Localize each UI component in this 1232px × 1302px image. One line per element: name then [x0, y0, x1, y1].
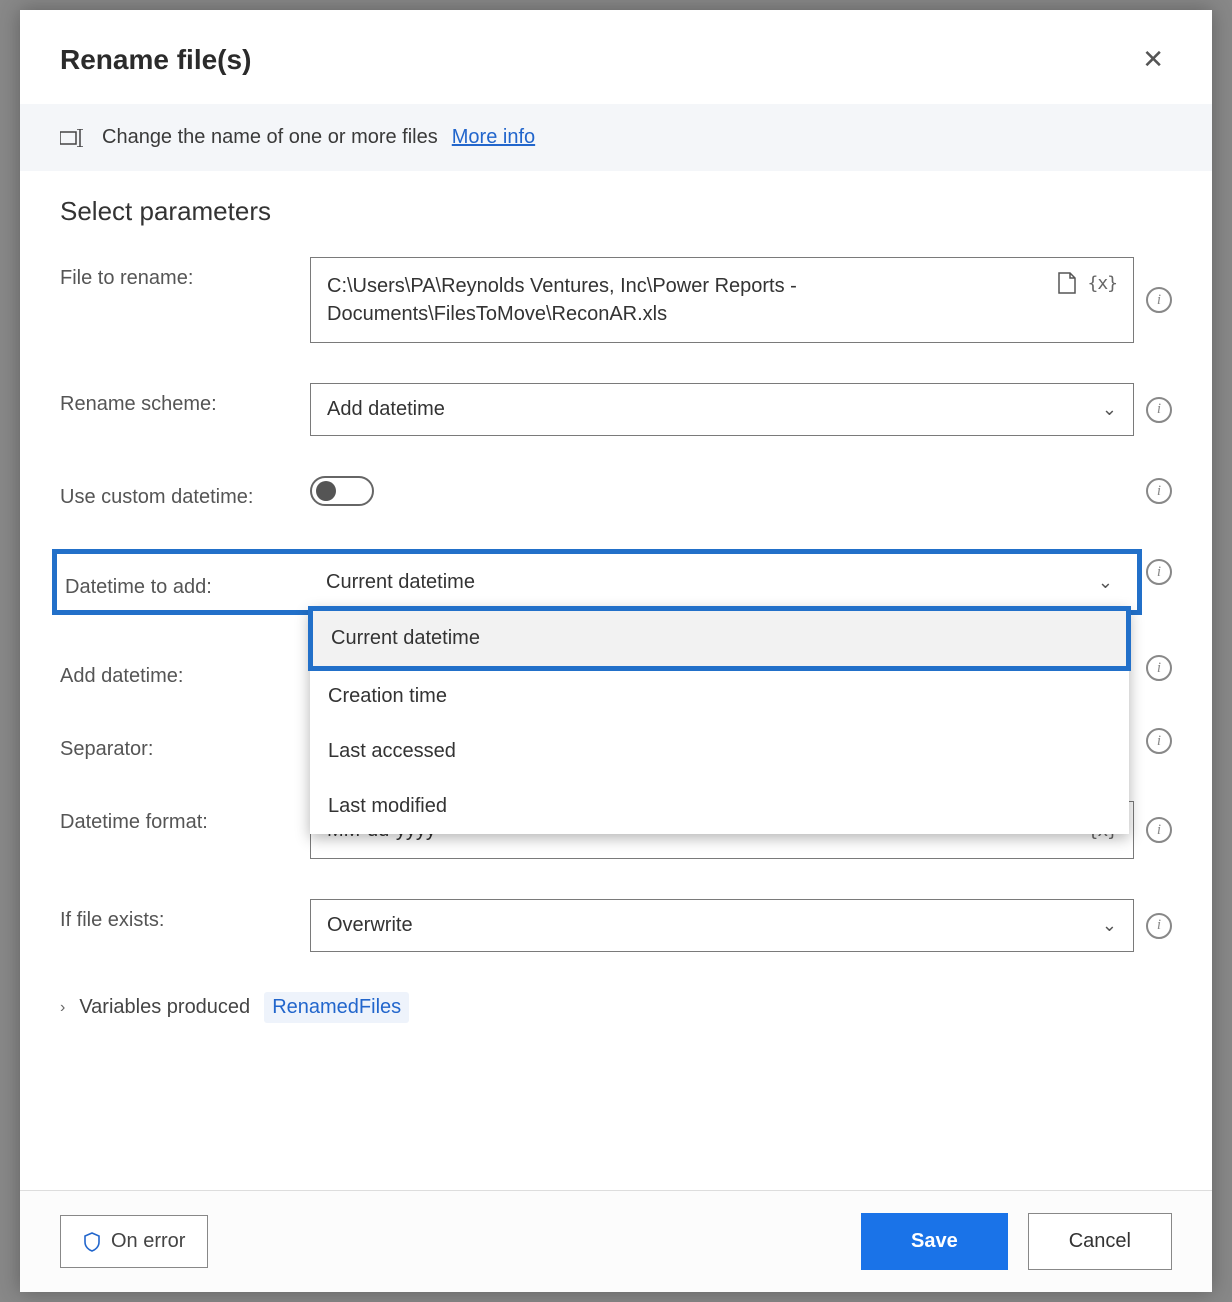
rename-files-dialog: Rename file(s) ✕ Change the name of one …	[20, 10, 1212, 1292]
section-title: Select parameters	[60, 196, 1172, 227]
chevron-down-icon: ⌄	[1098, 572, 1113, 593]
dialog-title: Rename file(s)	[60, 44, 251, 76]
dropdown-datetime-to-add: Current datetime Creation time Last acce…	[310, 608, 1129, 834]
variable-chip-renamedfiles[interactable]: RenamedFiles	[264, 992, 409, 1023]
info-icon[interactable]: i	[1146, 559, 1172, 585]
rename-icon	[60, 128, 88, 148]
label-separator: Separator:	[60, 728, 310, 761]
banner-text: Change the name of one or more files	[102, 126, 438, 149]
label-datetime-format: Datetime format:	[60, 801, 310, 834]
more-info-link[interactable]: More info	[452, 126, 535, 149]
info-icon[interactable]: i	[1146, 913, 1172, 939]
dropdown-item-creation-time[interactable]: Creation time	[310, 669, 1129, 724]
dialog-footer: On error Save Cancel	[20, 1190, 1212, 1292]
info-icon[interactable]: i	[1146, 478, 1172, 504]
label-if-file-exists: If file exists:	[60, 899, 310, 932]
file-picker-icon[interactable]	[1057, 272, 1077, 294]
rename-scheme-value: Add datetime	[327, 398, 445, 421]
label-use-custom-datetime: Use custom datetime:	[60, 476, 310, 509]
info-icon[interactable]: i	[1146, 397, 1172, 423]
row-variables-produced[interactable]: › Variables produced RenamedFiles	[60, 992, 1172, 1023]
dialog-body: Select parameters File to rename: C:\Use…	[20, 171, 1212, 1190]
toggle-use-custom-datetime[interactable]	[310, 476, 374, 506]
toggle-knob	[316, 481, 336, 501]
on-error-button[interactable]: On error	[60, 1215, 208, 1268]
info-banner: Change the name of one or more files Mor…	[20, 104, 1212, 171]
on-error-label: On error	[111, 1230, 185, 1253]
input-file-to-rename[interactable]: C:\Users\PA\Reynolds Ventures, Inc\Power…	[310, 257, 1134, 343]
row-if-file-exists: If file exists: Overwrite ⌄ i	[60, 899, 1172, 952]
label-add-datetime: Add datetime:	[60, 655, 310, 688]
info-icon[interactable]: i	[1146, 287, 1172, 313]
label-file-to-rename: File to rename:	[60, 257, 310, 290]
info-icon[interactable]: i	[1146, 728, 1172, 754]
close-icon[interactable]: ✕	[1134, 40, 1172, 79]
label-datetime-to-add: Datetime to add:	[59, 566, 309, 599]
dropdown-item-current-datetime[interactable]: Current datetime	[308, 606, 1131, 671]
variables-produced-label: Variables produced	[79, 996, 250, 1019]
label-rename-scheme: Rename scheme:	[60, 383, 310, 416]
shield-icon	[83, 1232, 101, 1252]
chevron-right-icon: ›	[60, 999, 65, 1017]
file-path-value: C:\Users\PA\Reynolds Ventures, Inc\Power…	[327, 272, 1057, 328]
select-rename-scheme[interactable]: Add datetime ⌄	[310, 383, 1134, 436]
dropdown-item-last-accessed[interactable]: Last accessed	[310, 724, 1129, 779]
select-datetime-to-add[interactable]: Current datetime ⌄ Current datetime Crea…	[309, 556, 1129, 608]
save-button[interactable]: Save	[861, 1213, 1008, 1270]
row-file-to-rename: File to rename: C:\Users\PA\Reynolds Ven…	[60, 257, 1172, 343]
chevron-down-icon: ⌄	[1102, 399, 1117, 420]
info-icon[interactable]: i	[1146, 817, 1172, 843]
select-if-file-exists[interactable]: Overwrite ⌄	[310, 899, 1134, 952]
if-file-exists-value: Overwrite	[327, 914, 413, 937]
row-datetime-to-add: Datetime to add: Current datetime ⌄ Curr…	[60, 549, 1172, 615]
dialog-header: Rename file(s) ✕	[20, 10, 1212, 104]
info-icon[interactable]: i	[1146, 655, 1172, 681]
datetime-to-add-value: Current datetime	[326, 571, 475, 594]
chevron-down-icon: ⌄	[1102, 915, 1117, 936]
row-use-custom-datetime: Use custom datetime: i	[60, 476, 1172, 509]
cancel-button[interactable]: Cancel	[1028, 1213, 1172, 1270]
dropdown-item-last-modified[interactable]: Last modified	[310, 779, 1129, 834]
row-rename-scheme: Rename scheme: Add datetime ⌄ i	[60, 383, 1172, 436]
variable-picker-icon[interactable]: {x}	[1087, 273, 1117, 294]
